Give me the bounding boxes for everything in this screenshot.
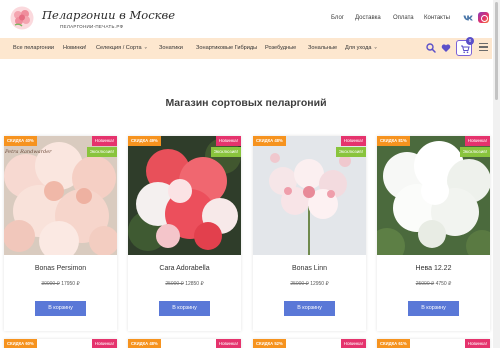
product-card[interactable]: СКИДКА 49% Новинка! Эксклюзив! Cara Ador… bbox=[128, 136, 241, 331]
discount-badge: СКИДКА 48% bbox=[128, 339, 161, 348]
nav-blog-link[interactable]: Блог bbox=[331, 15, 344, 21]
product-card[interactable]: СКИДКА 60% Новинка! bbox=[4, 339, 117, 348]
add-to-cart-button[interactable]: В корзину bbox=[159, 301, 210, 316]
current-price: 12950 ₽ bbox=[310, 281, 329, 287]
add-to-cart-button[interactable]: В корзину bbox=[35, 301, 86, 316]
menu-item-zonal[interactable]: Зональные bbox=[308, 45, 337, 51]
new-badge: Новинка! bbox=[91, 339, 117, 348]
nav-payment-link[interactable]: Оплата bbox=[393, 15, 414, 21]
new-badge: Новинка! bbox=[215, 136, 241, 146]
product-price: 25000 ₽ 12850 ₽ bbox=[128, 281, 241, 287]
new-badge: Новинка! bbox=[215, 339, 241, 348]
product-card[interactable]: СКИДКА 52% Новинка! bbox=[253, 339, 366, 348]
product-name[interactable]: Нева 12.22 bbox=[377, 265, 490, 272]
exclusive-badge: Эксклюзив! bbox=[86, 147, 117, 157]
heart-icon[interactable] bbox=[441, 43, 451, 53]
add-to-cart-button[interactable]: В корзину bbox=[408, 301, 459, 316]
image-watermark: Petra Randwarder bbox=[5, 149, 52, 155]
current-price: 12850 ₽ bbox=[185, 281, 204, 287]
cart-count-badge: 0 bbox=[466, 37, 474, 45]
nav-delivery-link[interactable]: Доставка bbox=[355, 15, 381, 21]
new-badge: Новинка! bbox=[91, 136, 117, 146]
menu-item-new[interactable]: Новинки! bbox=[63, 45, 86, 51]
add-to-cart-button[interactable]: В корзину bbox=[284, 301, 335, 316]
exclusive-badge: Эксклюзив! bbox=[459, 147, 490, 157]
logo-subtitle: ПЕЛАРГОНИИ-ПЕЧАТЬ.РФ bbox=[60, 24, 124, 29]
old-price: 25000 ₽ bbox=[165, 281, 184, 287]
menu-item-care[interactable]: Для ухода ⌄ bbox=[345, 44, 378, 52]
exclusive-badge: Эксклюзив! bbox=[210, 147, 241, 157]
discount-badge: СКИДКА 48% bbox=[253, 136, 286, 146]
discount-badge: СКИДКА 52% bbox=[253, 339, 286, 348]
new-badge: Новинка! bbox=[340, 136, 366, 146]
discount-badge: СКИДКА 81% bbox=[377, 136, 410, 146]
product-price: 25000 ₽ 12950 ₽ bbox=[253, 281, 366, 287]
hamburger-menu-icon[interactable] bbox=[479, 43, 488, 52]
chevron-down-icon: ⌄ bbox=[373, 44, 378, 51]
discount-badge: СКИДКА 61% bbox=[377, 339, 410, 348]
old-price: 30000 ₽ bbox=[41, 281, 60, 287]
vk-icon[interactable] bbox=[463, 13, 474, 23]
menu-item-rosebud[interactable]: Розебудные bbox=[265, 45, 296, 51]
product-price: 30000 ₽ 17950 ₽ bbox=[4, 281, 117, 287]
menu-item-all-pelargoniums[interactable]: Все пеларгонии bbox=[13, 45, 54, 51]
new-badge: Новинка! bbox=[464, 136, 490, 146]
product-card[interactable]: СКИДКА 61% Новинка! bbox=[377, 339, 490, 348]
cart-icon bbox=[461, 45, 470, 54]
exclusive-badge: Эксклюзив! bbox=[335, 147, 366, 157]
menu-item-selection[interactable]: Селекция / Сорта ⌄ bbox=[96, 44, 148, 52]
scrollbar-thumb[interactable] bbox=[495, 2, 498, 100]
page-title: Магазин сортовых пеларгоний bbox=[165, 97, 327, 109]
product-card[interactable]: СКИДКА 48% Новинка! Эксклюзив! Bonas Lin… bbox=[253, 136, 366, 331]
current-price: 4750 ₽ bbox=[435, 281, 452, 287]
discount-badge: СКИДКА 49% bbox=[128, 136, 161, 146]
chevron-down-icon: ⌄ bbox=[143, 44, 148, 51]
current-price: 17950 ₽ bbox=[61, 281, 80, 287]
search-icon[interactable] bbox=[426, 43, 436, 53]
main-menu-bar: Все пеларгонии Новинки! Селекция / Сорта… bbox=[0, 38, 492, 59]
menu-item-selection-label: Селекция / Сорта bbox=[96, 45, 142, 51]
instagram-icon[interactable] bbox=[478, 12, 489, 23]
logo-title[interactable]: Пеларгонии в Москве bbox=[42, 8, 175, 22]
product-name[interactable]: Bonas Linn bbox=[253, 265, 366, 272]
new-badge: Новинка! bbox=[464, 339, 490, 348]
logo-flower-icon[interactable] bbox=[10, 6, 34, 30]
product-price: 25000 ₽ 4750 ₽ bbox=[377, 281, 490, 287]
menu-item-zonartik-hybrids[interactable]: Зонартиковые Гибриды bbox=[196, 45, 257, 51]
product-card[interactable]: СКИДКА 40% Новинка! Эксклюзив! Petra Ran… bbox=[4, 136, 117, 331]
product-name[interactable]: Bonas Persimon bbox=[4, 265, 117, 272]
product-name[interactable]: Cara Adorabella bbox=[128, 265, 241, 272]
old-price: 25000 ₽ bbox=[415, 281, 435, 287]
menu-item-care-label: Для ухода bbox=[345, 45, 372, 51]
menu-item-zonatiki[interactable]: Зонатики bbox=[159, 45, 183, 51]
old-price: 25000 ₽ bbox=[290, 281, 309, 287]
discount-badge: СКИДКА 40% bbox=[4, 136, 37, 146]
page: { "header": { "logo_title": "Пеларгонии … bbox=[0, 0, 500, 348]
nav-contacts-link[interactable]: Контакты bbox=[424, 15, 450, 21]
discount-badge: СКИДКА 60% bbox=[4, 339, 37, 348]
product-card[interactable]: СКИДКА 48% Новинка! bbox=[128, 339, 241, 348]
new-badge: Новинка! bbox=[340, 339, 366, 348]
site-header: Пеларгонии в Москве ПЕЛАРГОНИИ-ПЕЧАТЬ.РФ… bbox=[0, 0, 492, 38]
product-card[interactable]: СКИДКА 81% Новинка! Эксклюзив! Нева 12.2… bbox=[377, 136, 490, 331]
